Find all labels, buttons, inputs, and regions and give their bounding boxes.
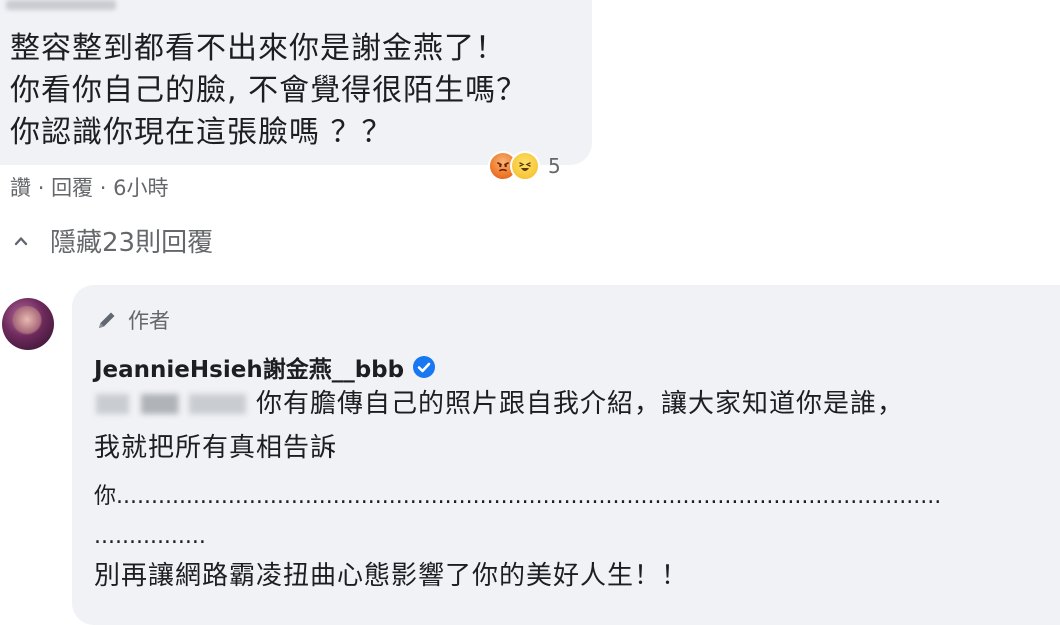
hide-replies-label: 隱藏23則回覆 [50,228,214,258]
chevron-up-icon [14,236,28,245]
parent-comment-line-1: 整容整到都看不出來你是謝金燕了！ [10,31,506,66]
reply-line-1: 你有膽傳自己的照片跟自我介紹，讓大家知道你是誰， [256,389,905,419]
reaction-summary[interactable]: 5 [488,148,561,184]
reply-line-4: ................ [94,524,206,549]
separator: · [37,176,45,200]
haha-reaction-icon [510,151,540,181]
separator: · [99,176,107,200]
reply-line-2: 我就把所有真相告訴 [94,433,338,463]
parent-comment-line-3: 你認識你現在這張臉嗎 ？？ [10,115,393,150]
reply-link[interactable]: 回覆 [51,176,93,200]
reply-line-5: 別再讓網路霸凌扭曲心態影響了你的美好人生！！ [94,561,689,591]
commenter-name-redacted [6,0,116,10]
author-badge-label: 作者 [128,309,170,333]
pencil-icon [99,312,115,328]
reply-author[interactable]: JeannieHsieh謝金燕__bbb [94,350,436,384]
mentioned-user-redacted [96,394,246,414]
verified-badge-icon [413,356,436,378]
author-avatar[interactable] [2,298,54,350]
reaction-count: 5 [548,154,561,178]
reply-author-name[interactable]: JeannieHsieh謝金燕__bbb [94,350,404,384]
comment-timestamp[interactable]: 6小時 [113,176,168,200]
parent-comment-line-2: 你看你自己的臉, 不會覺得很陌生嗎？ [10,73,528,108]
comment-actions: 讚 · 回覆 · 6小時 [10,172,169,202]
hide-replies-toggle[interactable]: 隱藏23則回覆 [14,222,213,259]
author-badge: 作者 [96,305,170,335]
reply-line-3: 你.......................................… [94,484,942,509]
like-link[interactable]: 讚 [10,176,31,200]
